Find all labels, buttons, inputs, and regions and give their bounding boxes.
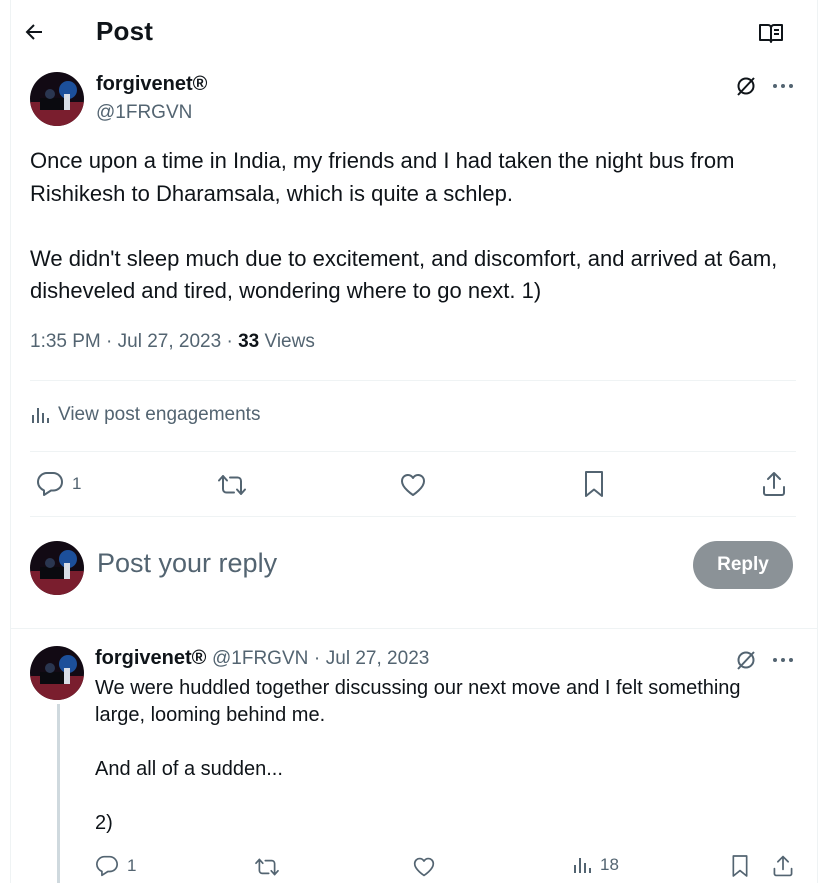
views-count: 33 [238, 331, 260, 352]
author-handle[interactable]: @1FRGVN [96, 102, 192, 124]
reply-count: 1 [72, 474, 82, 493]
reply-author-name[interactable]: forgivenet® [95, 647, 206, 669]
grok-icon[interactable] [735, 75, 757, 97]
comment-icon [36, 471, 64, 497]
reply-date[interactable]: Jul 27, 2023 [326, 648, 430, 669]
author-name[interactable]: forgivenet® [96, 73, 207, 96]
current-user-avatar[interactable] [30, 541, 84, 595]
post-time[interactable]: 1:35 PM [30, 331, 101, 352]
like-heart-icon[interactable] [399, 472, 427, 498]
divider [30, 516, 796, 517]
bookmark-icon[interactable] [582, 470, 606, 498]
more-options-icon[interactable] [772, 80, 794, 92]
bookmark-icon[interactable] [730, 854, 750, 878]
repost-icon[interactable] [217, 472, 247, 498]
reply-button[interactable]: Reply [693, 541, 793, 589]
reply-views[interactable]: 18 [572, 855, 619, 875]
thread-line [57, 704, 60, 883]
avatar[interactable] [30, 72, 84, 126]
comment-icon [95, 855, 119, 877]
reply-action[interactable]: 1 [95, 855, 136, 877]
analytics-icon [30, 405, 50, 425]
like-heart-icon[interactable] [412, 856, 436, 878]
share-icon[interactable] [760, 470, 788, 498]
reply-views-count: 18 [600, 855, 619, 874]
post-date[interactable]: Jul 27, 2023 [118, 331, 222, 352]
reader-mode-icon[interactable] [758, 20, 784, 46]
engagements-label: View post engagements [58, 404, 261, 425]
back-arrow-icon[interactable] [22, 20, 46, 44]
reply-header: forgivenet® @1FRGVN · Jul 27, 2023 [95, 647, 430, 669]
reply-text: We were huddled together discussing our … [95, 677, 741, 834]
divider [30, 380, 796, 381]
reply-author-handle[interactable]: @1FRGVN [212, 648, 308, 669]
reply-input[interactable]: Post your reply [97, 548, 277, 579]
reply-count: 1 [127, 856, 137, 875]
grok-icon[interactable] [735, 649, 757, 671]
post-meta: 1:35 PM · Jul 27, 2023 · 33 Views [30, 331, 315, 352]
page-title: Post [96, 16, 154, 46]
share-icon[interactable] [771, 854, 795, 878]
repost-icon[interactable] [254, 856, 280, 878]
post-text: Once upon a time in India, my friends an… [30, 148, 778, 303]
views-label: Views [264, 331, 315, 352]
avatar[interactable] [30, 646, 84, 700]
analytics-icon [572, 855, 592, 875]
reply-action[interactable]: 1 [36, 471, 81, 497]
more-options-icon[interactable] [772, 654, 794, 666]
view-engagements-link[interactable]: View post engagements [30, 404, 260, 426]
divider [10, 628, 818, 629]
divider [30, 451, 796, 452]
